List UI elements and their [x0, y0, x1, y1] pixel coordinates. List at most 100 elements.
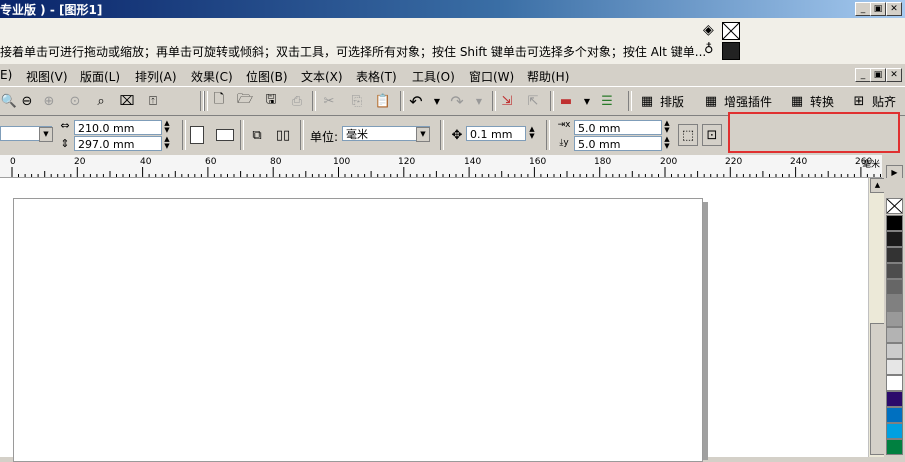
outline-color-swatch[interactable] [722, 42, 740, 60]
height-spinner-icon[interactable]: ▲ ▼ [162, 136, 172, 151]
color-swatch[interactable] [886, 295, 903, 311]
ruler-ticks [11, 167, 881, 177]
portrait-icon[interactable] [190, 126, 204, 144]
duplicate-x-field[interactable]: 5.0 mm [574, 120, 662, 135]
color-swatch[interactable] [886, 423, 903, 439]
convert-button[interactable]: 转换 [810, 93, 834, 110]
application-launcher-icon[interactable]: ▬ [557, 92, 575, 110]
vertical-scrollbar[interactable]: ▲ [868, 178, 885, 457]
zoom-height-icon[interactable]: ⍐ [144, 92, 162, 110]
page-height-field[interactable]: 297.0 mm [74, 136, 162, 151]
current-page-icon[interactable]: ▯▯ [274, 126, 292, 144]
color-swatch[interactable] [886, 311, 903, 327]
zoom-out-icon[interactable]: ⊖ [18, 92, 36, 110]
color-swatch[interactable] [886, 279, 903, 295]
chevron-down-icon[interactable]: ▼ [39, 127, 53, 142]
color-swatch[interactable] [886, 375, 903, 391]
doc-maximize-button[interactable]: ▣ [870, 68, 886, 82]
chevron-down-icon[interactable]: ▼ [416, 127, 430, 142]
print-icon[interactable]: ⎙ [288, 92, 306, 110]
doc-close-button[interactable]: ✕ [886, 68, 902, 82]
no-fill-swatch[interactable] [722, 22, 740, 40]
width-icon: ⇔ [60, 118, 70, 132]
redo-dropdown-icon[interactable]: ▼ [470, 92, 488, 110]
nudge-spinner-icon[interactable]: ▲ ▼ [527, 126, 537, 141]
options-icon[interactable]: ☰ [598, 92, 616, 110]
ruler-label: 60 [205, 157, 217, 167]
zoom-selected-icon[interactable]: ⊕ [40, 92, 58, 110]
menu-edit[interactable]: E) [0, 68, 12, 82]
menu-tools[interactable]: 工具(O) [412, 68, 455, 85]
page-sheet[interactable] [13, 198, 703, 462]
save-icon[interactable]: 🖫 [262, 92, 280, 110]
menu-effects[interactable]: 效果(C) [191, 68, 233, 85]
menu-layout[interactable]: 版面(L) [80, 68, 120, 85]
enhance-plugin-icon[interactable]: ▦ [702, 92, 720, 110]
color-swatch[interactable] [886, 263, 903, 279]
width-spinner-icon[interactable]: ▲ ▼ [162, 120, 172, 135]
scroll-thumb[interactable] [870, 323, 885, 455]
pen-outline-icon[interactable]: ♁ [704, 42, 714, 57]
paiban-button[interactable]: 排版 [660, 93, 684, 110]
zoom-page-icon[interactable]: ⌕ [92, 92, 110, 110]
ruler-label: 80 [270, 157, 282, 167]
nudge-distance-field[interactable]: 0.1 mm [466, 126, 526, 141]
snap-icon[interactable]: ⊞ [850, 92, 868, 110]
color-swatch[interactable] [886, 327, 903, 343]
undo-icon[interactable]: ↶ [407, 92, 425, 111]
paiban-icon[interactable]: ▦ [638, 92, 656, 110]
menu-view[interactable]: 视图(V) [26, 68, 68, 85]
color-swatch[interactable] [886, 391, 903, 407]
zoom-in-icon[interactable]: 🔍 [0, 92, 18, 110]
menu-window[interactable]: 窗口(W) [469, 68, 514, 85]
duplicate-y-field[interactable]: 5.0 mm [574, 136, 662, 151]
doc-minimize-button[interactable]: _ [855, 68, 871, 82]
menu-help[interactable]: 帮助(H) [527, 68, 569, 85]
launcher-dropdown-icon[interactable]: ▼ [578, 92, 596, 110]
page-width-field[interactable]: 210.0 mm [74, 120, 162, 135]
color-swatch[interactable] [886, 407, 903, 423]
color-swatch[interactable] [886, 359, 903, 375]
dup-y-spinner-icon[interactable]: ▲ ▼ [662, 136, 672, 151]
all-pages-icon[interactable]: ⧉ [248, 126, 266, 144]
enhance-plugin-button[interactable]: 增强插件 [724, 93, 772, 110]
open-folder-icon[interactable]: 🗁 [236, 92, 254, 110]
export-icon[interactable]: ⇱ [524, 92, 542, 110]
toolbar-separator [546, 120, 550, 150]
dup-x-spinner-icon[interactable]: ▲ ▼ [662, 120, 672, 135]
color-swatch[interactable] [886, 231, 903, 247]
close-button[interactable]: ✕ [886, 2, 902, 16]
edit-across-layers-icon[interactable]: ⊡ [702, 124, 722, 146]
landscape-icon[interactable] [216, 129, 234, 141]
toolbar-separator [440, 120, 444, 150]
new-document-icon[interactable]: 🗋 [210, 92, 228, 110]
color-palette [884, 178, 905, 457]
fill-bucket-icon[interactable]: ◈ [703, 22, 714, 38]
window-title: 专业版 ) - [图形1] [0, 3, 103, 17]
zoom-all-icon[interactable]: ⊙ [66, 92, 84, 110]
undo-dropdown-icon[interactable]: ▼ [428, 92, 446, 110]
maximize-button[interactable]: ▣ [870, 2, 886, 16]
minimize-button[interactable]: _ [855, 2, 871, 16]
menu-text[interactable]: 文本(X) [301, 68, 343, 85]
copy-icon[interactable]: ⎘ [348, 92, 366, 110]
toolbar-separator [204, 91, 208, 111]
menu-table[interactable]: 表格(T) [356, 68, 397, 85]
snap-button[interactable]: 贴齐 [872, 93, 896, 110]
nudge-icon: ✥ [451, 127, 463, 143]
convert-icon[interactable]: ▦ [788, 92, 806, 110]
redo-icon[interactable]: ↷ [448, 92, 466, 111]
import-icon[interactable]: ⇲ [498, 92, 516, 110]
no-color-swatch[interactable] [886, 198, 903, 214]
color-swatch[interactable] [886, 247, 903, 263]
scroll-up-icon[interactable]: ▲ [870, 178, 885, 193]
menu-arrange[interactable]: 排列(A) [135, 68, 177, 85]
color-swatch[interactable] [886, 439, 903, 455]
color-swatch[interactable] [886, 343, 903, 359]
menu-bitmaps[interactable]: 位图(B) [246, 68, 288, 85]
paste-icon[interactable]: 📋 [374, 92, 392, 110]
cut-icon[interactable]: ✂ [320, 92, 338, 110]
zoom-width-icon[interactable]: ⌧ [118, 92, 136, 110]
color-swatch[interactable] [886, 215, 903, 231]
treat-as-filled-icon[interactable]: ⬚ [678, 124, 698, 146]
